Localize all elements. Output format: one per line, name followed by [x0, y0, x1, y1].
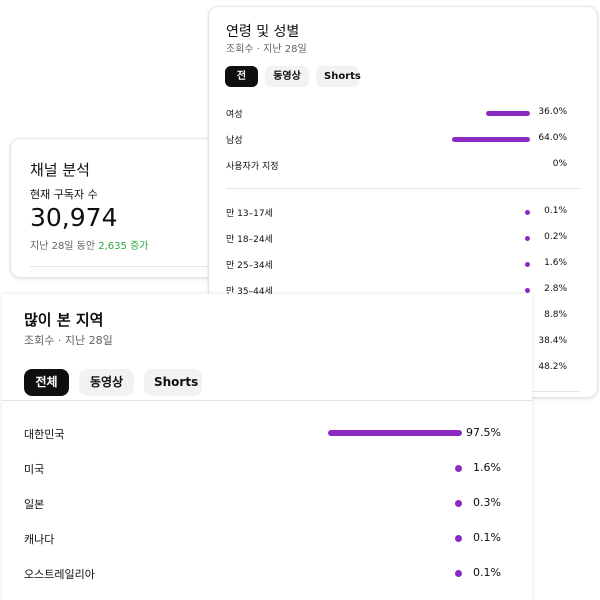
- tab-videos[interactable]: 동영상: [79, 369, 134, 396]
- delta-value: 2,635 증가: [98, 241, 149, 252]
- region-row-label: 일본: [24, 498, 45, 511]
- region-row-dot: [455, 534, 462, 542]
- age-row-dot: [525, 287, 530, 293]
- tab-videos[interactable]: 동영상: [265, 66, 309, 87]
- top-regions-subtitle: 조회수 · 지난 28일: [24, 334, 113, 347]
- delta-prefix: 지난 28일 동안: [30, 241, 99, 252]
- region-row-bar: [328, 430, 462, 436]
- gender-row-bar: [486, 110, 530, 116]
- gender-row-label: 남성: [226, 136, 243, 146]
- region-row-value: 97.5%: [466, 426, 501, 439]
- age-row-value: 0.1%: [544, 206, 567, 216]
- region-row-dot: [455, 464, 462, 472]
- subscribers-delta: 지난 28일 동안 2,635 증가: [30, 237, 148, 252]
- gender-row-bar: [452, 136, 530, 142]
- top-regions-title: 많이 본 지역: [24, 311, 104, 329]
- tab-all[interactable]: 전체: [225, 66, 258, 103]
- age-row-label: 만 25–34세: [226, 261, 273, 271]
- gender-age-divider: [226, 188, 580, 189]
- age-row-value: 2.8%: [544, 284, 567, 294]
- region-row-value: 0.1%: [473, 566, 501, 579]
- channel-divider: [30, 266, 219, 267]
- region-row-value: 0.3%: [473, 496, 501, 509]
- region-row-label: 대한민국: [24, 428, 65, 441]
- age-row-label: 만 13–17세: [226, 209, 273, 219]
- age-row-value: 38.4%: [538, 336, 567, 346]
- gender-row-value: 36.0%: [538, 107, 567, 117]
- gender-row-value: 0%: [552, 159, 567, 169]
- age-gender-subtitle: 조회수 · 지난 28일: [226, 44, 307, 55]
- age-row-value: 0.2%: [544, 232, 567, 242]
- regions-divider: [2, 400, 532, 401]
- region-row-dot: [455, 499, 462, 507]
- age-row-dot: [525, 235, 530, 241]
- region-row-label: 미국: [24, 463, 45, 476]
- age-gender-title: 연령 및 성별: [226, 24, 300, 40]
- region-row-value: 0.1%: [473, 531, 501, 544]
- tab-shorts[interactable]: Shorts: [316, 66, 361, 87]
- channel-analytics-card: 채널 분석 현재 구독자 수 30,974 지난 28일 동안 2,635 증가: [10, 138, 220, 278]
- region-row-label: 캐나다: [24, 533, 55, 546]
- gender-row-label: 사용자가 지정: [226, 162, 279, 172]
- age-row-dot: [525, 209, 530, 215]
- tab-all[interactable]: 전체: [24, 369, 69, 396]
- age-row-label: 만 18–24세: [226, 235, 273, 245]
- age-row-value: 48.2%: [538, 362, 567, 372]
- age-row-dot: [525, 261, 530, 267]
- region-row-dot: [455, 569, 462, 577]
- region-row-label: 오스트레일리아: [24, 568, 95, 581]
- gender-row-label: 여성: [226, 110, 243, 120]
- subscribers-count: 30,974: [30, 203, 118, 232]
- gender-row-value: 64.0%: [538, 133, 567, 143]
- subscribers-label: 현재 구독자 수: [30, 188, 98, 201]
- age-row-value: 8.8%: [544, 310, 567, 320]
- tab-shorts[interactable]: Shorts: [144, 369, 202, 396]
- region-row-value: 1.6%: [473, 461, 501, 474]
- channel-analytics-title: 채널 분석: [30, 161, 90, 179]
- age-row-value: 1.6%: [544, 258, 567, 268]
- top-regions-card: 많이 본 지역 조회수 · 지난 28일 전체 동영상 Shorts 대한민국 97.…: [2, 294, 532, 600]
